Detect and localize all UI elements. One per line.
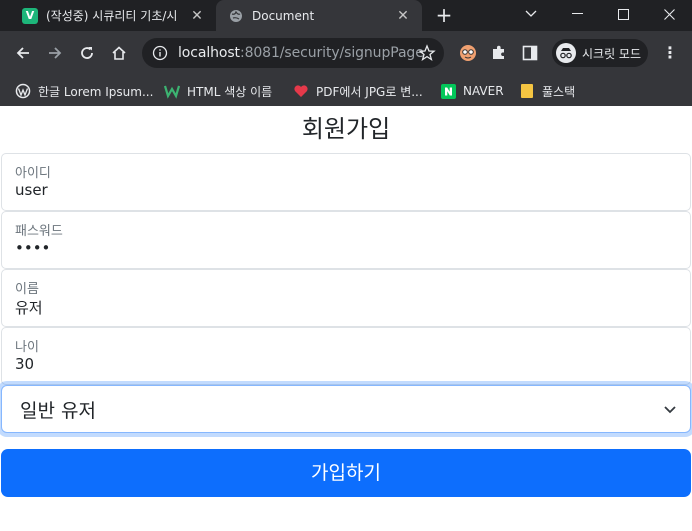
role-select-value: 일반 유저: [20, 399, 96, 422]
folder-icon: [519, 83, 535, 99]
puzzle-icon[interactable]: [489, 43, 509, 63]
bookmark-star-icon[interactable]: [418, 44, 436, 62]
bookmark-label: 풀스택: [542, 84, 576, 99]
name-field[interactable]: 이름 유저: [1, 269, 691, 327]
reload-icon[interactable]: [75, 41, 99, 65]
age-label: 나이: [15, 340, 39, 355]
extension-face-icon[interactable]: [458, 43, 478, 63]
w-logo-icon: [164, 83, 180, 99]
url-text[interactable]: localhost:8081/security/signupPage: [178, 45, 424, 61]
url-path: :8081/security/signupPage: [239, 45, 424, 61]
chevron-down-icon: [662, 400, 678, 416]
tab-document[interactable]: Document ✕: [216, 0, 422, 31]
menu-kebab-icon[interactable]: ⋮: [660, 43, 680, 63]
username-input[interactable]: user: [15, 181, 615, 199]
window-close-icon[interactable]: [646, 0, 692, 28]
password-field[interactable]: 패스워드 ••••: [1, 211, 691, 269]
close-icon[interactable]: ✕: [394, 8, 412, 24]
bookmark-label: NAVER: [463, 84, 504, 98]
page-content: 회원가입 아이디 user 패스워드 •••• 이름 유저 나이 30 일반 유…: [0, 106, 692, 531]
tab-strip: V (작성중) 시큐리티 기초/시 ✕ Document ✕ +: [0, 0, 692, 31]
tab-signup-article[interactable]: V (작성중) 시큐리티 기초/시 ✕: [10, 0, 216, 31]
forward-arrow-icon[interactable]: [43, 41, 67, 65]
name-input[interactable]: 유저: [15, 297, 615, 318]
close-icon[interactable]: ✕: [188, 8, 206, 24]
incognito-icon: [556, 43, 576, 63]
page-title: 회원가입: [301, 115, 391, 143]
password-input[interactable]: ••••: [15, 239, 615, 257]
maximize-icon[interactable]: [600, 0, 646, 28]
role-select[interactable]: 일반 유저: [1, 385, 691, 433]
bookmarks-bar: 한글 Lorem Ipsum... HTML 색상 이름 PDF에서 JPG로 …: [0, 75, 692, 106]
new-tab-button[interactable]: +: [432, 3, 456, 27]
bookmark-lorem-ipsum[interactable]: 한글 Lorem Ipsum...: [15, 80, 153, 102]
password-label: 패스워드: [15, 224, 63, 239]
toolbar: localhost:8081/security/signupPage 시크릿 모…: [0, 31, 692, 75]
bookmark-label: HTML 색상 이름: [187, 84, 273, 99]
username-field[interactable]: 아이디 user: [1, 153, 691, 211]
bookmark-naver[interactable]: NAVER: [440, 80, 504, 102]
naver-icon: [440, 83, 456, 99]
tab-title: (작성중) 시큐리티 기초/시: [46, 9, 178, 23]
info-icon[interactable]: [152, 45, 168, 61]
name-label: 이름: [15, 282, 39, 297]
age-input[interactable]: 30: [15, 355, 615, 373]
age-field[interactable]: 나이 30: [1, 327, 691, 385]
browser-chrome: V (작성중) 시큐리티 기초/시 ✕ Document ✕ + localho…: [0, 0, 692, 106]
back-arrow-icon[interactable]: [11, 41, 35, 65]
bookmark-html-colors[interactable]: HTML 색상 이름: [164, 80, 272, 102]
bookmark-label: 한글 Lorem Ipsum...: [38, 84, 154, 99]
signup-button[interactable]: 가입하기: [1, 449, 691, 497]
username-label: 아이디: [15, 166, 51, 181]
incognito-indicator[interactable]: 시크릿 모드: [552, 39, 648, 67]
v-icon: V: [22, 7, 38, 24]
side-panel-icon[interactable]: [520, 43, 540, 63]
url-host: localhost: [178, 45, 240, 61]
globe-icon: [228, 8, 244, 24]
bookmark-label: PDF에서 JPG로 변...: [316, 84, 423, 99]
heart-icon: [293, 83, 309, 99]
wordpress-icon: [15, 83, 31, 99]
tab-search-icon[interactable]: [508, 0, 554, 28]
incognito-label: 시크릿 모드: [582, 46, 642, 61]
bookmark-folder-fullstack[interactable]: 풀스택: [519, 80, 575, 102]
address-bar[interactable]: localhost:8081/security/signupPage: [142, 38, 444, 68]
bookmark-pdf-to-jpg[interactable]: PDF에서 JPG로 변...: [293, 80, 423, 102]
minimize-icon[interactable]: [554, 0, 600, 28]
home-icon[interactable]: [107, 41, 131, 65]
tab-title: Document: [252, 8, 315, 23]
